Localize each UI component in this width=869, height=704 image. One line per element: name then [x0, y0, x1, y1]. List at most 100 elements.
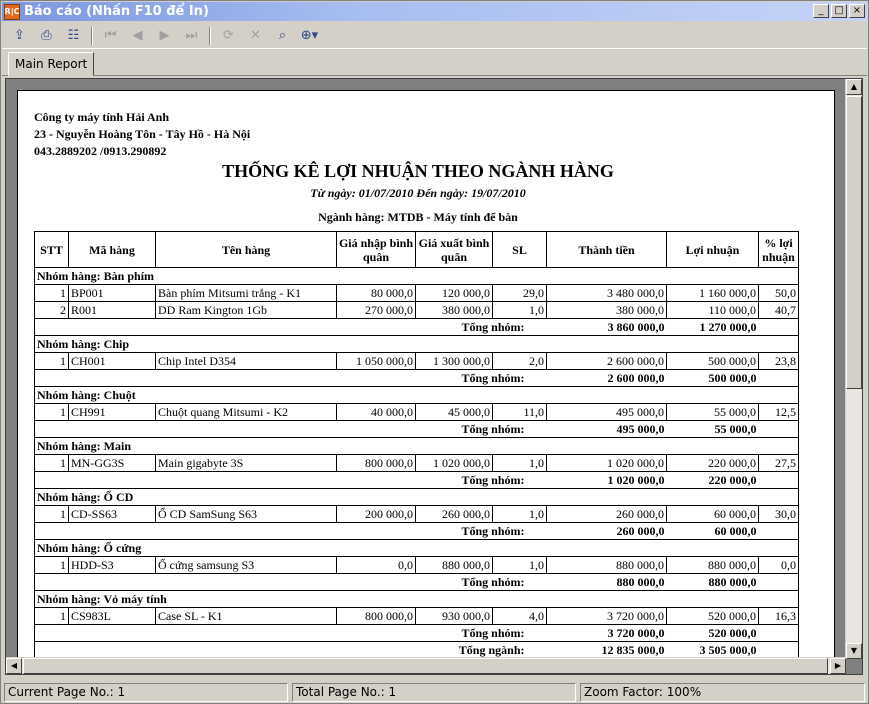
report-window: R|C Báo cáo (Nhấn F10 để In) _ □ × ⇪ ⎙ ☷… — [0, 0, 869, 704]
col-header-name: Tên hàng — [155, 231, 337, 268]
cell-amount: 2 600 000,0 — [546, 352, 667, 370]
group-total-empty — [758, 471, 799, 489]
table-row: 1 CH001 Chip Intel D354 1 050 000,0 1 30… — [34, 352, 799, 370]
print-icon[interactable]: ⎙ — [35, 25, 58, 47]
group-total-label: Tổng nhóm: — [34, 369, 547, 387]
toolbar-separator — [209, 26, 211, 45]
scroll-down-button[interactable]: ▼ — [846, 643, 862, 659]
company-info: Công ty máy tính Hải Anh 23 - Nguyễn Hoà… — [34, 109, 250, 160]
close-button[interactable]: × — [849, 4, 865, 18]
vertical-scroll-thumb[interactable] — [846, 96, 862, 389]
stop-icon[interactable]: ✕ — [244, 25, 267, 47]
cell-code: CH991 — [68, 403, 156, 421]
cell-pct: 50,0 — [758, 284, 799, 302]
cell-stt: 1 — [34, 284, 69, 302]
group-total-profit: 220 000,0 — [666, 471, 759, 489]
find-icon[interactable]: ⌕ — [271, 25, 294, 47]
scroll-up-button[interactable]: ▲ — [846, 79, 862, 95]
minimize-button[interactable]: _ — [813, 4, 829, 18]
scroll-left-button[interactable]: ◀ — [6, 658, 22, 674]
horizontal-scroll-thumb[interactable] — [23, 658, 828, 674]
scroll-right-button[interactable]: ▶ — [830, 658, 846, 674]
cell-avg-out: 930 000,0 — [415, 607, 493, 625]
previous-page-icon[interactable]: ◀ — [126, 25, 149, 47]
cell-stt: 1 — [34, 454, 69, 472]
cell-code: CD-SS63 — [68, 505, 156, 523]
group-tree-icon[interactable]: ☷ — [62, 25, 85, 47]
group-total-profit: 880 000,0 — [666, 573, 759, 591]
zoom-icon[interactable]: ⊕▾ — [298, 25, 321, 47]
title-bar[interactable]: R|C Báo cáo (Nhấn F10 để In) _ □ × — [2, 2, 867, 21]
last-page-icon[interactable]: ⏭ — [180, 25, 203, 47]
cell-avg-out: 380 000,0 — [415, 301, 493, 319]
table-header-row: STT Mã hàng Tên hàng Giá nhập bình quân … — [34, 231, 799, 268]
refresh-icon[interactable]: ⟳ — [217, 25, 240, 47]
group-total-empty — [758, 318, 799, 336]
report-table: STT Mã hàng Tên hàng Giá nhập bình quân … — [34, 231, 799, 659]
cell-qty: 1,0 — [492, 454, 547, 472]
maximize-button[interactable]: □ — [831, 4, 847, 18]
tab-strip: Main Report — [2, 50, 867, 76]
group-total-empty — [758, 573, 799, 591]
group-total-row: Tổng nhóm: 3 720 000,0 520 000,0 — [34, 624, 799, 642]
cell-profit: 55 000,0 — [666, 403, 759, 421]
group-total-label: Tổng nhóm: — [34, 318, 547, 336]
group-total-label-text: Tổng nhóm: — [461, 319, 525, 334]
zoom-factor-status: Zoom Factor: 100% — [580, 683, 865, 702]
cell-avg-in: 800 000,0 — [336, 607, 416, 625]
group-header-row: Nhóm hàng: Chip — [34, 335, 799, 353]
cell-stt: 1 — [34, 403, 69, 421]
col-header-profit: Lợi nhuận — [666, 231, 759, 268]
table-row: 1 HDD-S3 Ổ cứng samsung S3 0,0 880 000,0… — [34, 556, 799, 574]
group-total-label-text: Tổng nhóm: — [461, 421, 525, 436]
cell-name: Main gigabyte 3S — [155, 454, 337, 472]
group-total-profit: 60 000,0 — [666, 522, 759, 540]
company-name: Công ty máy tính Hải Anh — [34, 110, 170, 124]
group-total-row: Tổng nhóm: 3 860 000,0 1 270 000,0 — [34, 318, 799, 336]
cell-pct: 23,8 — [758, 352, 799, 370]
col-header-amount: Thành tiền — [546, 231, 667, 268]
report-viewer[interactable]: Công ty máy tính Hải Anh 23 - Nguyễn Hoà… — [5, 78, 863, 675]
export-icon[interactable]: ⇪ — [8, 25, 31, 47]
group-header-row: Nhóm hàng: Main — [34, 437, 799, 455]
cell-avg-in: 40 000,0 — [336, 403, 416, 421]
cell-stt: 2 — [34, 301, 69, 319]
next-page-icon[interactable]: ▶ — [153, 25, 176, 47]
cell-avg-in: 800 000,0 — [336, 454, 416, 472]
cell-amount: 3 480 000,0 — [546, 284, 667, 302]
cell-qty: 1,0 — [492, 556, 547, 574]
group-name: Nhóm hàng: Ổ CD — [34, 488, 799, 506]
table-row: 1 CH991 Chuột quang Mitsumi - K2 40 000,… — [34, 403, 799, 421]
group-total-label: Tổng nhóm: — [34, 624, 547, 642]
cell-stt: 1 — [34, 607, 69, 625]
cell-amount: 880 000,0 — [546, 556, 667, 574]
total-page-status: Total Page No.: 1 — [292, 683, 576, 702]
group-total-empty — [758, 522, 799, 540]
group-name: Nhóm hàng: Bàn phím — [34, 267, 799, 285]
cell-avg-in: 0,0 — [336, 556, 416, 574]
group-total-profit: 1 270 000,0 — [666, 318, 759, 336]
cell-qty: 4,0 — [492, 607, 547, 625]
group-total-amount: 880 000,0 — [546, 573, 667, 591]
cell-name: Chip Intel D354 — [155, 352, 337, 370]
current-page-status: Current Page No.: 1 — [4, 683, 288, 702]
first-page-icon[interactable]: ⏮ — [99, 25, 122, 47]
group-total-row: Tổng nhóm: 2 600 000,0 500 000,0 — [34, 369, 799, 387]
grand-total-label: Tổng ngành: — [34, 641, 547, 659]
group-total-profit: 520 000,0 — [666, 624, 759, 642]
group-total-profit: 500 000,0 — [666, 369, 759, 387]
group-total-label: Tổng nhóm: — [34, 420, 547, 438]
group-name: Nhóm hàng: Chuột — [34, 386, 799, 404]
tab-main-report[interactable]: Main Report — [8, 52, 95, 76]
report-body: Nhóm hàng: Bàn phím 1 BP001 Bàn phím Mit… — [34, 267, 799, 659]
table-row: 1 CS983L Case SL - K1 800 000,0 930 000,… — [34, 607, 799, 625]
col-header-code: Mã hàng — [68, 231, 156, 268]
cell-name: Ổ CD SamSung S63 — [155, 505, 337, 523]
cell-amount: 3 720 000,0 — [546, 607, 667, 625]
vertical-scrollbar[interactable]: ▲ ▼ — [845, 79, 862, 659]
cell-avg-in: 270 000,0 — [336, 301, 416, 319]
cell-qty: 2,0 — [492, 352, 547, 370]
horizontal-scrollbar[interactable]: ◀ ▶ — [6, 657, 846, 674]
cell-profit: 60 000,0 — [666, 505, 759, 523]
group-total-empty — [758, 420, 799, 438]
